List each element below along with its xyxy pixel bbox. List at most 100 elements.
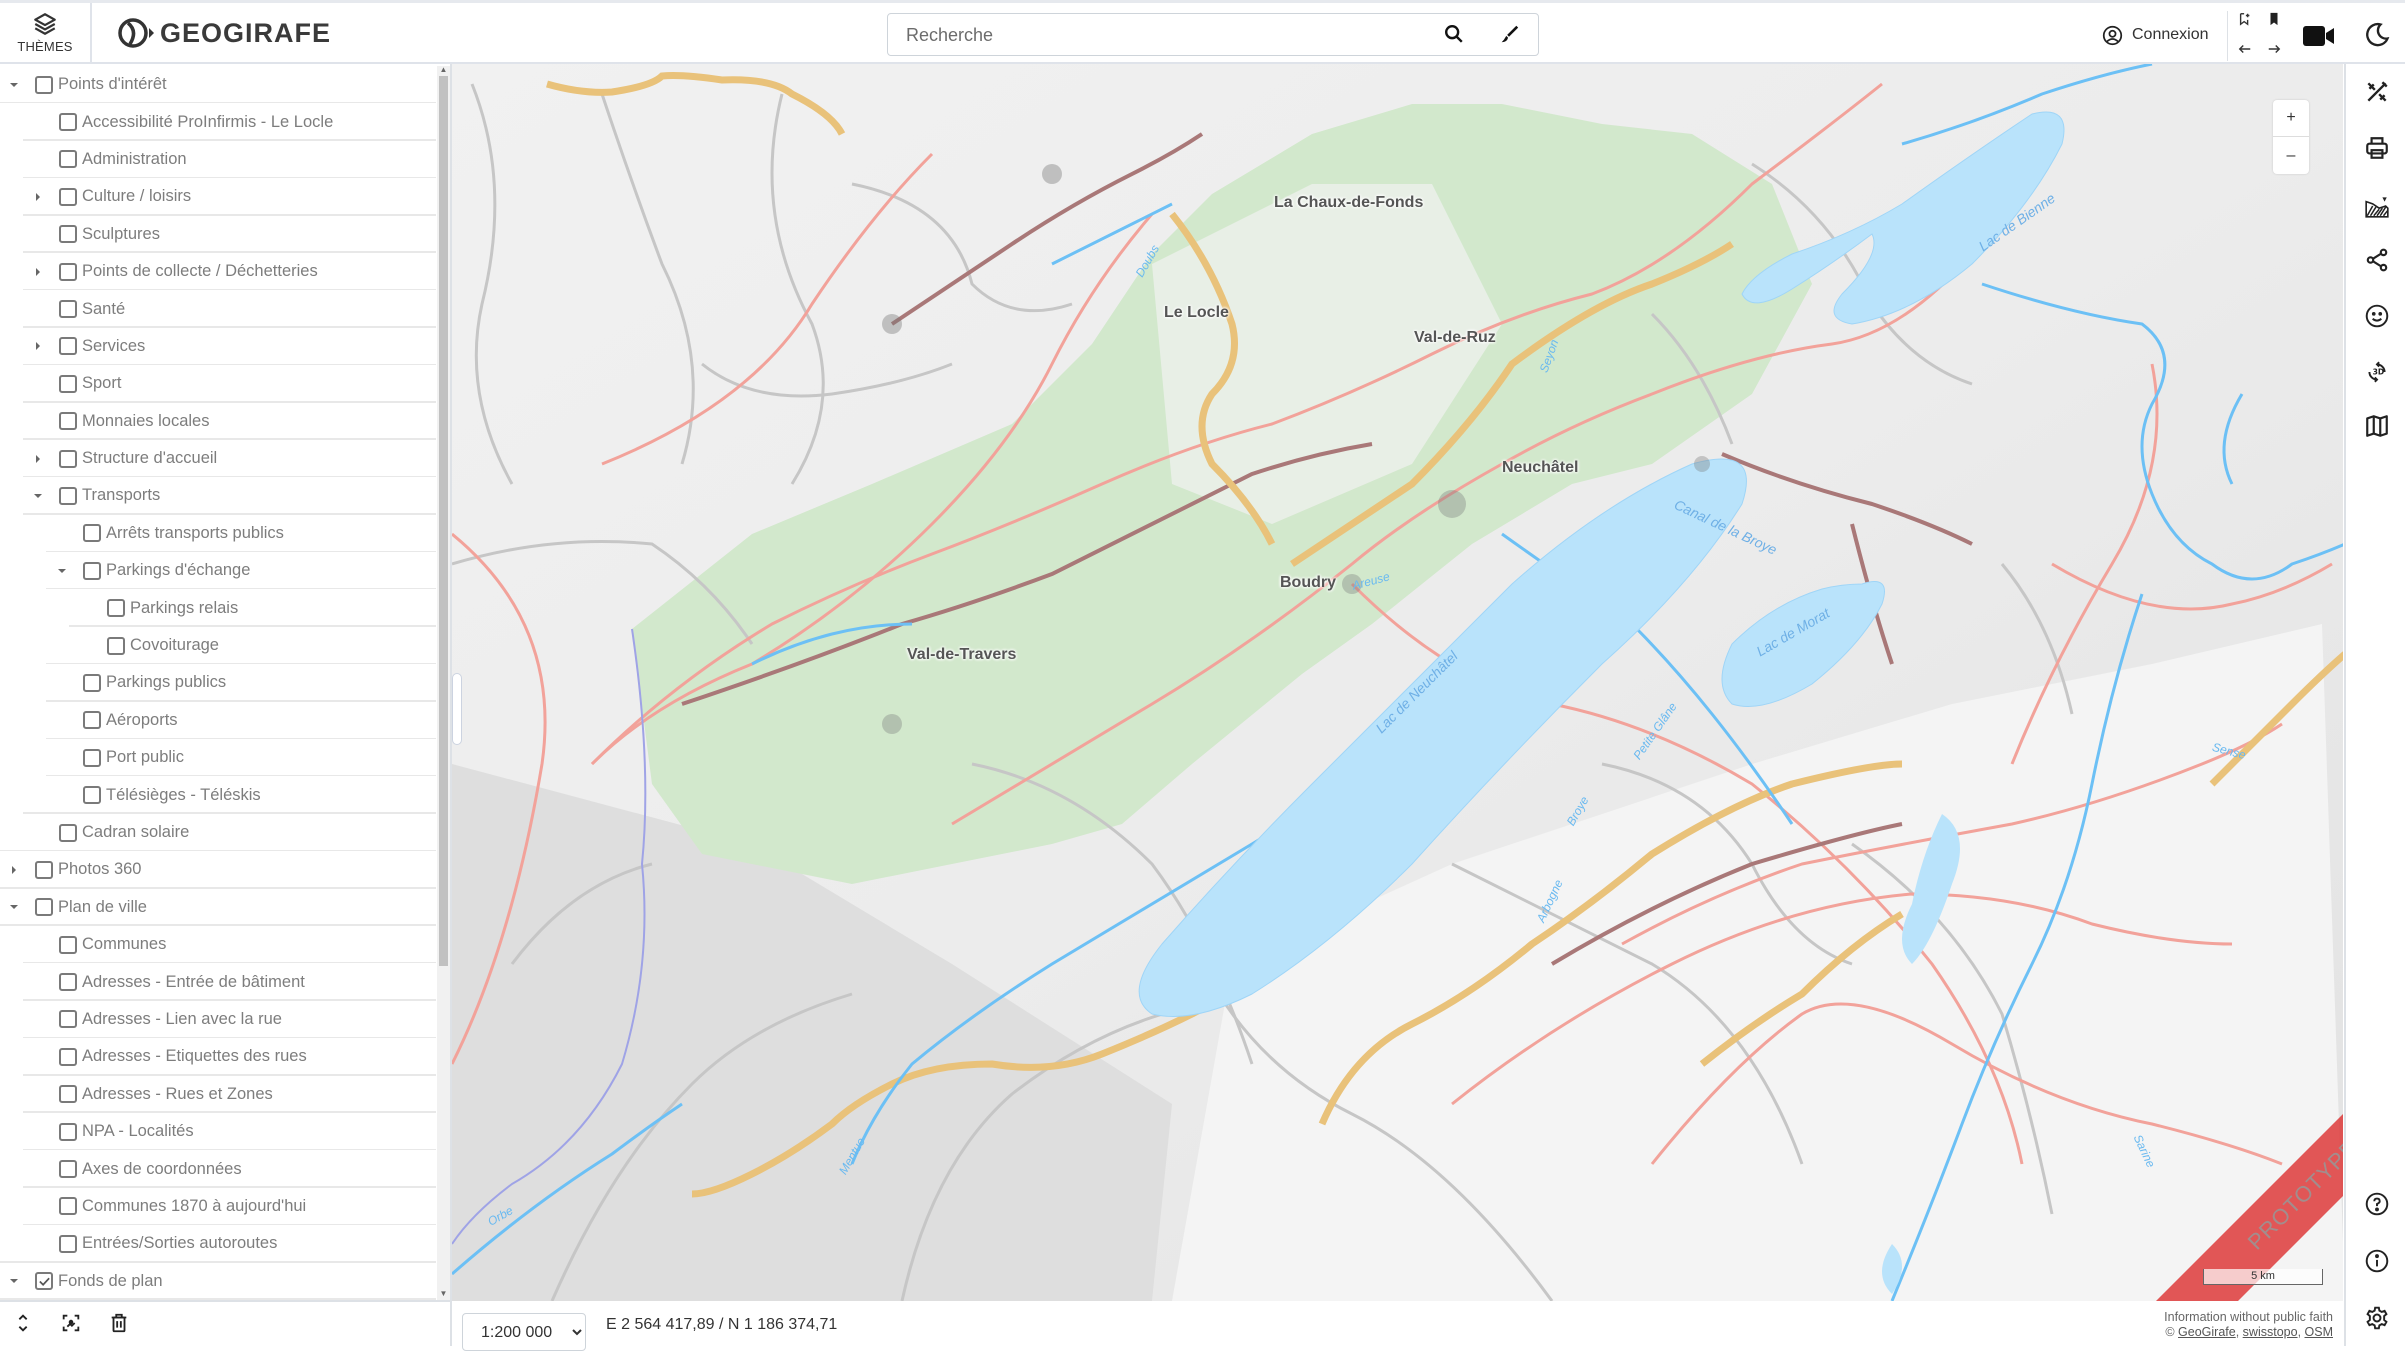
layer-checkbox[interactable] [83, 748, 101, 767]
layer-checkbox[interactable] [107, 599, 125, 618]
layer-checkbox[interactable] [59, 1234, 77, 1253]
attribution-link-geogirafe[interactable]: GeoGirafe [2178, 1325, 2236, 1339]
layer-checkbox[interactable] [59, 935, 77, 954]
layer-tree-item[interactable]: Communes [0, 926, 436, 964]
video-button[interactable] [2302, 23, 2336, 49]
layer-tree-item[interactable]: NPA - Localités [0, 1113, 436, 1151]
caret-down-icon[interactable] [9, 1276, 19, 1286]
layer-checkbox[interactable] [59, 150, 77, 169]
layer-tree-item[interactable]: Axes de coordonnées [0, 1150, 436, 1188]
layer-checkbox[interactable] [83, 673, 101, 692]
layer-checkbox[interactable] [59, 1047, 77, 1066]
panel-resize-handle[interactable] [452, 673, 462, 745]
layer-tree-item[interactable]: Sport [0, 365, 436, 403]
layer-checkbox[interactable] [59, 1010, 77, 1029]
layer-checkbox[interactable] [35, 898, 53, 917]
layer-checkbox[interactable] [59, 823, 77, 842]
add-bookmark-button[interactable] [2236, 10, 2254, 28]
bookmark-button[interactable] [2265, 10, 2283, 28]
dark-mode-button[interactable] [2363, 21, 2391, 49]
zoom-to-layers-button[interactable] [60, 1312, 84, 1336]
layer-tree-item[interactable]: Aéroports [0, 702, 436, 740]
help-button[interactable] [2363, 1190, 2391, 1218]
layer-tree-item[interactable]: Administration [0, 141, 436, 179]
layer-checkbox[interactable] [59, 187, 77, 206]
info-button[interactable] [2363, 1247, 2391, 1275]
layer-tree-item[interactable]: Services [0, 328, 436, 366]
layer-tree-item[interactable]: Points d'intérêt [0, 66, 436, 104]
layer-tree-item[interactable]: Cadran solaire [0, 814, 436, 852]
map-view[interactable]: La Chaux-de-Fonds Le Locle Val-de-Ruz Ne… [450, 64, 2343, 1301]
layer-checkbox[interactable] [35, 860, 53, 879]
layer-tree-item[interactable]: Structure d'accueil [0, 440, 436, 478]
layer-checkbox[interactable] [83, 711, 101, 730]
zoom-out-button[interactable]: – [2273, 137, 2309, 174]
layer-tree-item[interactable]: Communes 1870 à aujourd'hui [0, 1188, 436, 1226]
search-button[interactable] [1443, 23, 1467, 47]
caret-right-icon[interactable] [9, 865, 19, 875]
scrollbar-thumb[interactable] [439, 76, 448, 966]
layer-checkbox[interactable] [59, 1122, 77, 1141]
draw-search-button[interactable] [1498, 23, 1522, 47]
attribution-link-swisstopo[interactable]: swisstopo [2243, 1325, 2298, 1339]
caret-right-icon[interactable] [33, 192, 43, 202]
layer-tree-item[interactable]: Adresses - Rues et Zones [0, 1076, 436, 1113]
layer-checkbox[interactable] [107, 636, 125, 655]
layer-checkbox[interactable] [59, 337, 77, 356]
feedback-button[interactable] [2363, 302, 2391, 330]
3d-view-button[interactable]: 3D [2363, 358, 2391, 386]
caret-down-icon[interactable] [9, 80, 19, 90]
layer-checkbox[interactable] [59, 1197, 77, 1216]
layer-tree-item[interactable]: Port public [0, 739, 436, 777]
layer-checkbox[interactable] [83, 524, 101, 543]
settings-button[interactable] [2363, 1304, 2391, 1332]
caret-right-icon[interactable] [33, 454, 43, 464]
search-input[interactable] [906, 20, 1406, 50]
layer-checkbox[interactable] [59, 374, 77, 393]
layer-tree-item[interactable]: Photos 360 [0, 851, 436, 889]
layer-checkbox[interactable] [59, 1160, 77, 1179]
drawing-tools-button[interactable] [2363, 78, 2391, 106]
layer-tree-item[interactable]: Sculptures [0, 216, 436, 253]
layer-tree-item[interactable]: Culture / loisirs [0, 178, 436, 216]
caret-right-icon[interactable] [33, 267, 43, 277]
layer-checkbox[interactable] [59, 262, 77, 281]
layer-checkbox[interactable] [59, 973, 77, 992]
layer-tree-item[interactable]: Arrêts transports publics [0, 515, 436, 553]
sidebar-scrollbar[interactable]: ▲ ▼ [437, 66, 450, 1300]
layer-checkbox[interactable] [35, 75, 53, 94]
layer-tree-item[interactable]: Adresses - Etiquettes des rues [0, 1038, 436, 1076]
attribution-link-osm[interactable]: OSM [2305, 1325, 2333, 1339]
history-forward-button[interactable] [2265, 40, 2283, 58]
share-button[interactable] [2363, 246, 2391, 274]
layer-checkbox[interactable] [59, 113, 77, 132]
remove-all-layers-button[interactable] [108, 1312, 132, 1336]
layer-checkbox[interactable] [59, 225, 77, 244]
layer-tree-item[interactable]: Transports [0, 477, 436, 515]
layer-checkbox[interactable] [59, 449, 77, 468]
scroll-down-arrow[interactable]: ▼ [439, 1290, 448, 1298]
print-button[interactable] [2363, 134, 2391, 162]
layer-checkbox[interactable] [83, 786, 101, 805]
layer-tree-item[interactable]: Points de collecte / Déchetteries [0, 253, 436, 291]
layer-checkbox[interactable] [59, 412, 77, 431]
layer-tree-item[interactable]: Fonds de plan [0, 1263, 436, 1300]
caret-right-icon[interactable] [33, 341, 43, 351]
layer-checkbox[interactable] [35, 1272, 53, 1291]
caret-down-icon[interactable] [57, 566, 67, 576]
basemap-button[interactable] [2363, 412, 2391, 440]
layer-tree-item[interactable]: Parkings d'échange [0, 552, 436, 590]
layer-checkbox[interactable] [59, 486, 77, 505]
layer-checkbox[interactable] [83, 561, 101, 580]
expand-collapse-all-button[interactable] [12, 1312, 36, 1336]
layer-tree-item[interactable]: Parkings relais [0, 589, 436, 627]
layer-tree-item[interactable]: Adresses - Lien avec la rue [0, 1001, 436, 1039]
layer-tree-item[interactable]: Monnaies locales [0, 403, 436, 440]
layer-checkbox[interactable] [59, 300, 77, 319]
layer-tree-item[interactable]: Santé [0, 290, 436, 328]
zoom-in-button[interactable]: + [2273, 100, 2309, 137]
themes-button[interactable]: THÈMES [0, 3, 92, 62]
scroll-up-arrow[interactable]: ▲ [439, 66, 448, 74]
layer-tree-item[interactable]: Plan de ville [0, 889, 436, 926]
scale-selector[interactable]: 1:200 000 [462, 1313, 586, 1351]
